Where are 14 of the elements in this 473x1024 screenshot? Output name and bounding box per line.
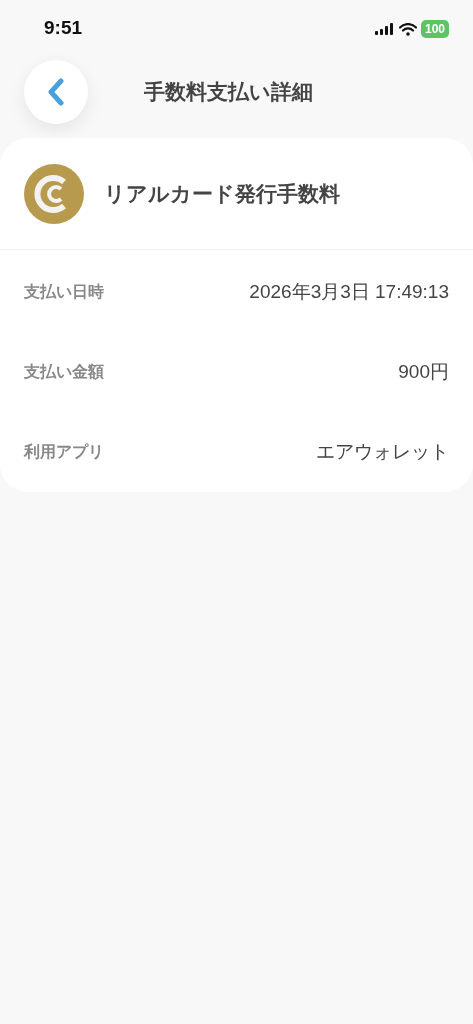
battery-indicator: 100 [420,20,449,38]
wifi-icon [398,22,417,36]
signal-icon [374,22,395,36]
detail-value: 900円 [398,359,449,384]
detail-value: エアウォレット [316,439,449,464]
status-time: 9:51 [44,16,83,40]
coin-logo-icon [24,163,84,224]
detail-label: 支払い日時 [24,282,104,302]
detail-label: 利用アプリ [24,442,104,462]
back-icon [48,78,64,106]
detail-label: 支払い金額 [24,362,104,382]
page-title: 手数料支払い詳細 [144,79,313,106]
detail-value: 2026年3月3日 17:49:13 [249,279,449,304]
fee-title: リアルカード発行手数料 [104,180,340,207]
